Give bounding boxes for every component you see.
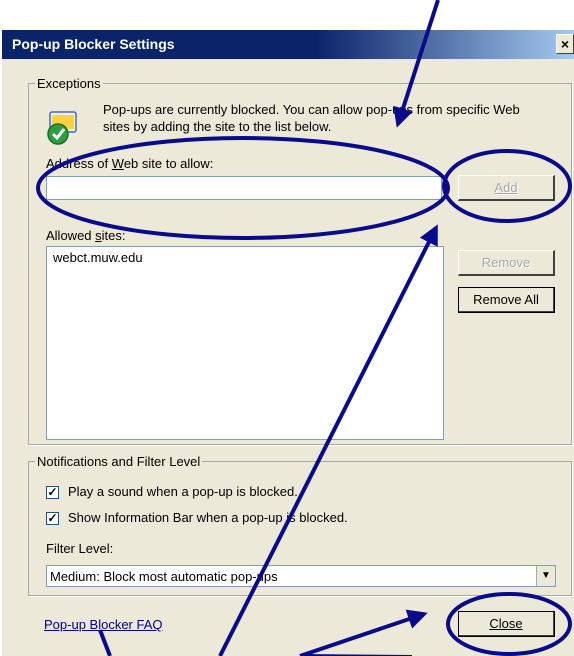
close-button[interactable]: Close [458,611,555,637]
remove-button[interactable]: Remove [458,250,555,276]
dropdown-arrow-icon[interactable]: ▼ [536,566,555,586]
address-label: Address of Web site to allow: [46,156,214,171]
exceptions-description: Pop-ups are currently blocked. You can a… [103,102,520,134]
notifications-legend: Notifications and Filter Level [37,454,201,469]
play-sound-checkbox[interactable]: ✓ [46,486,59,499]
filter-level-value: Medium: Block most automatic pop-ups [50,569,278,584]
close-icon: × [560,36,570,52]
info-bar-checkbox[interactable]: ✓ [46,512,59,525]
exceptions-legend: Exceptions [37,76,101,91]
address-input[interactable] [46,176,442,200]
ie-shield-check-icon [47,111,77,145]
remove-all-button[interactable]: Remove All [458,287,555,313]
play-sound-label: Play a sound when a pop-up is blocked. [68,484,298,499]
checkbox-check-icon: ✓ [47,511,58,525]
dialog-title: Pop-up Blocker Settings [12,36,175,52]
filter-level-select[interactable]: Medium: Block most automatic pop-ups ▼ [46,565,556,587]
allowed-sites-list[interactable]: webct.muw.edu [46,246,444,440]
title-bar: Pop-up Blocker Settings × [2,30,574,59]
list-item[interactable]: webct.muw.edu [47,247,443,268]
allowed-sites-label: Allowed sites: [46,228,126,243]
checkbox-check-icon: ✓ [47,485,58,499]
add-button[interactable]: Add [458,175,555,201]
filter-level-label: Filter Level: [46,541,114,556]
close-window-button[interactable]: × [556,34,574,54]
popup-blocker-faq-link[interactable]: Pop-up Blocker FAQ [44,617,163,632]
info-bar-label: Show Information Bar when a pop-up is bl… [68,510,348,525]
